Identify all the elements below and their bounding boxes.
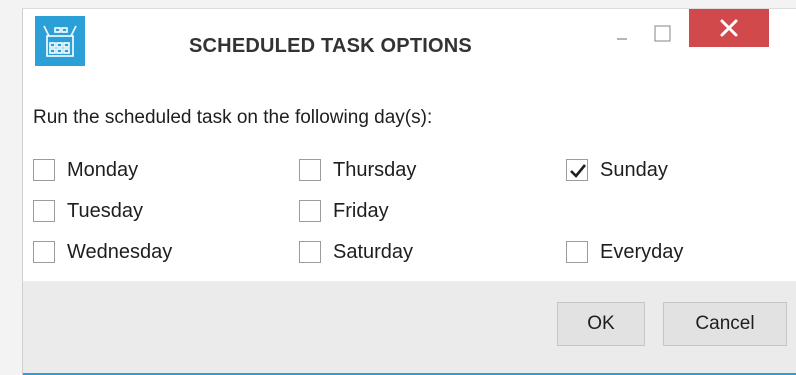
day-selection-prompt: Run the scheduled task on the following … bbox=[33, 107, 433, 128]
checkbox-box[interactable] bbox=[33, 159, 55, 181]
wednesday-checkbox[interactable]: Wednesday bbox=[33, 237, 172, 267]
checkbox-label: Everyday bbox=[600, 240, 684, 263]
checkbox-label: Thursday bbox=[333, 158, 417, 181]
tuesday-checkbox[interactable]: Tuesday bbox=[33, 196, 143, 226]
checkbox-box[interactable] bbox=[566, 241, 588, 263]
checkmark-icon bbox=[570, 164, 587, 178]
friday-checkbox[interactable]: Friday bbox=[299, 196, 389, 226]
checkbox-label: Friday bbox=[333, 199, 389, 222]
close-button[interactable] bbox=[689, 9, 769, 47]
everyday-checkbox[interactable]: Everyday bbox=[566, 237, 683, 267]
saturday-checkbox[interactable]: Saturday bbox=[299, 237, 413, 267]
ok-button[interactable]: OK bbox=[557, 302, 645, 346]
close-icon bbox=[720, 19, 738, 37]
maximize-button[interactable] bbox=[649, 17, 679, 45]
checkbox-label: Sunday bbox=[600, 158, 668, 181]
checkbox-box[interactable] bbox=[299, 241, 321, 263]
checkbox-label: Tuesday bbox=[67, 199, 143, 222]
checkbox-label: Saturday bbox=[333, 240, 414, 263]
scheduler-icon bbox=[35, 16, 85, 66]
dialog-footer: OK Cancel bbox=[23, 281, 796, 375]
checkbox-box[interactable] bbox=[299, 159, 321, 181]
title-bar[interactable]: SCHEDULED TASK OPTIONS bbox=[23, 9, 796, 93]
checkbox-box[interactable] bbox=[566, 159, 588, 181]
checkbox-box[interactable] bbox=[33, 241, 55, 263]
minimize-button[interactable] bbox=[609, 17, 639, 45]
monday-checkbox[interactable]: Monday bbox=[33, 155, 138, 185]
checkbox-label: Monday bbox=[67, 158, 139, 181]
sunday-checkbox[interactable]: Sunday bbox=[566, 155, 668, 185]
cancel-button[interactable]: Cancel bbox=[663, 302, 787, 346]
checkbox-box[interactable] bbox=[33, 200, 55, 222]
window-title: SCHEDULED TASK OPTIONS bbox=[189, 35, 472, 57]
checkbox-box[interactable] bbox=[299, 200, 321, 222]
thursday-checkbox[interactable]: Thursday bbox=[299, 155, 416, 185]
checkbox-label: Wednesday bbox=[67, 240, 173, 263]
scheduled-task-options-window: SCHEDULED TASK OPTIONS Run the scheduled… bbox=[22, 8, 796, 375]
